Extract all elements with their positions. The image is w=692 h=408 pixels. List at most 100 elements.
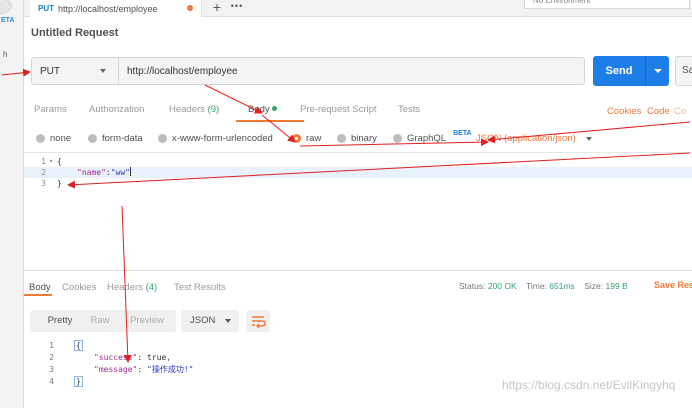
fold-icon[interactable]: ▾ xyxy=(49,156,53,167)
size-value: 199 B xyxy=(605,281,628,291)
request-tab[interactable]: PUT http://localhost/employee xyxy=(30,0,202,17)
graphql-beta-badge: BETA xyxy=(453,130,472,137)
tab-params[interactable]: Params xyxy=(34,104,67,115)
radio-icon xyxy=(393,134,402,143)
tab-authorization[interactable]: Authorization xyxy=(89,104,144,115)
method-select[interactable]: PUT xyxy=(31,57,119,85)
response-code: "message": "操作成功!" xyxy=(94,365,194,374)
response-headers-label: Headers xyxy=(107,282,143,293)
tab-tests[interactable]: Tests xyxy=(398,104,420,115)
request-tab-bar: PUT http://localhost/employee + ••• No E… xyxy=(24,0,692,17)
tab-url: http://localhost/employee xyxy=(58,3,158,14)
response-tabs: Body Cookies Headers (4) Test Results xyxy=(29,282,429,296)
response-code: "success": true, xyxy=(94,353,172,362)
view-pretty[interactable]: Pretty xyxy=(40,310,80,332)
time-value: 651ms xyxy=(549,281,575,291)
watermark: https://blog.csdn.net/EvilKingyhq xyxy=(502,378,676,392)
radio-none-label: none xyxy=(50,133,72,144)
line-number: 2 xyxy=(41,168,46,177)
tab-headers[interactable]: Headers (9) xyxy=(169,104,219,115)
view-preview[interactable]: Preview xyxy=(125,310,169,332)
radio-icon xyxy=(88,134,97,143)
url-input[interactable]: http://localhost/employee xyxy=(119,57,585,85)
tab-prerequest-script[interactable]: Pre-request Script xyxy=(300,104,377,115)
response-divider[interactable] xyxy=(24,270,692,271)
comments-link[interactable]: Co xyxy=(674,106,686,117)
radio-urlencoded[interactable]: x-www-form-urlencoded xyxy=(158,133,273,144)
radio-urlencoded-label: x-www-form-urlencoded xyxy=(172,133,273,144)
response-line: 3 "message": "操作成功!" xyxy=(24,364,692,375)
more-tabs-button[interactable]: ••• xyxy=(228,0,246,16)
sidebar-toggle[interactable] xyxy=(0,0,12,14)
radio-graphql-label: GraphQL xyxy=(407,133,447,144)
chevron-down-icon xyxy=(100,69,106,73)
code-link[interactable]: Code xyxy=(647,106,670,117)
radio-none[interactable]: none xyxy=(36,133,71,144)
save-button[interactable]: Sa xyxy=(675,56,692,86)
radio-icon xyxy=(337,134,346,143)
line-number: 3 xyxy=(41,179,46,188)
response-tab-body[interactable]: Body xyxy=(29,282,51,293)
cookies-link[interactable]: Cookies xyxy=(607,106,641,117)
line-number: 1 xyxy=(41,157,46,166)
radio-binary[interactable]: binary xyxy=(337,133,377,144)
content-type-select[interactable]: JSON (application/json) xyxy=(476,133,576,144)
radio-raw[interactable]: raw xyxy=(292,133,321,144)
response-code: { xyxy=(74,340,83,351)
radio-graphql[interactable]: GraphQL BETA xyxy=(393,130,472,144)
time-label: Time: xyxy=(525,281,547,291)
response-tab-cookies[interactable]: Cookies xyxy=(62,282,96,293)
new-tab-button[interactable]: + xyxy=(208,0,226,16)
beta-label: ETA xyxy=(1,17,15,24)
save-response-button[interactable]: Save Res xyxy=(654,280,692,290)
sidebar-partial-text: h xyxy=(3,50,8,59)
send-button[interactable]: Send xyxy=(593,56,645,86)
response-tab-headers[interactable]: Headers (4) xyxy=(107,282,157,293)
size-label: Size: xyxy=(584,281,604,291)
response-tab-test-results[interactable]: Test Results xyxy=(174,282,226,293)
active-tab-indicator xyxy=(236,120,304,122)
unsaved-dot-icon xyxy=(187,5,193,11)
json-value: "操作成功!" xyxy=(147,365,194,374)
method-value: PUT xyxy=(40,65,60,77)
send-options-button[interactable] xyxy=(645,56,669,86)
json-key: "name" xyxy=(77,168,106,177)
radio-raw-label: raw xyxy=(306,133,322,144)
wrap-lines-button[interactable] xyxy=(246,310,270,332)
tab-headers-label: Headers xyxy=(169,104,205,115)
radio-binary-label: binary xyxy=(351,133,377,144)
editor-code: } xyxy=(57,179,62,188)
response-status-bar: Status: 200 OK Time: 651ms Size: 199 B xyxy=(459,281,628,291)
json-key: "message" xyxy=(94,365,138,374)
editor-line: 3 } xyxy=(24,178,692,189)
status-value: 200 OK xyxy=(487,281,517,291)
request-body-editor[interactable]: 1 ▾ { 2 "name":"ww" 3 } xyxy=(24,152,692,270)
line-number: 4 xyxy=(49,377,54,386)
response-line: 2 "success": true, xyxy=(24,352,692,363)
url-value: http://localhost/employee xyxy=(127,65,238,77)
editor-code: { xyxy=(57,157,62,166)
request-title: Untitled Request xyxy=(31,27,119,39)
radio-form-data-label: form-data xyxy=(102,133,143,144)
environment-select[interactable]: No Environment xyxy=(524,0,690,9)
editor-line: 2 "name":"ww" xyxy=(24,167,692,178)
line-number: 3 xyxy=(49,365,54,374)
view-raw[interactable]: Raw xyxy=(85,310,115,332)
radio-selected-icon xyxy=(292,134,301,143)
line-number: 1 xyxy=(49,341,54,350)
radio-form-data[interactable]: form-data xyxy=(88,133,143,144)
response-format-select[interactable]: JSON xyxy=(181,310,239,332)
tab-body[interactable]: Body xyxy=(248,104,277,115)
response-line: 1 { xyxy=(24,340,692,351)
response-view-toggle: Pretty Raw Preview xyxy=(30,310,176,332)
line-number: 2 xyxy=(49,353,54,362)
body-active-dot-icon xyxy=(271,106,277,111)
brace: } xyxy=(74,376,83,387)
json-value: "ww" xyxy=(110,168,130,177)
brace: { xyxy=(74,340,83,351)
main-panel: PUT http://localhost/employee + ••• No E… xyxy=(24,0,692,408)
json-value: true, xyxy=(147,353,172,362)
editor-code: "name":"ww" xyxy=(77,167,131,178)
response-code: } xyxy=(74,376,83,387)
response-active-tab-indicator xyxy=(24,294,52,296)
